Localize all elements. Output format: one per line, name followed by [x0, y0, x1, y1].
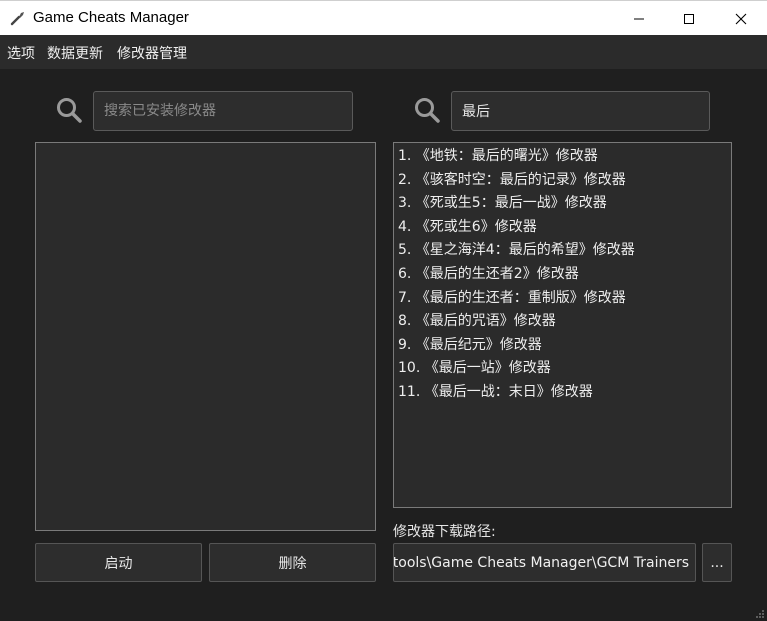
menu-options[interactable]: 选项	[7, 43, 35, 63]
minimize-icon	[634, 18, 644, 19]
list-item[interactable]: 3. 《死或生5：最后一战》修改器	[394, 192, 731, 216]
installed-trainers-list[interactable]	[35, 142, 376, 531]
search-results-list[interactable]: 1. 《地铁：最后的曙光》修改器 2. 《骇客时空：最后的记录》修改器 3. 《…	[393, 142, 732, 508]
list-item[interactable]: 8. 《最后的咒语》修改器	[394, 310, 731, 334]
search-icon	[415, 98, 440, 123]
list-item[interactable]: 6. 《最后的生还者2》修改器	[394, 263, 731, 287]
list-item[interactable]: 9. 《最后纪元》修改器	[394, 334, 731, 358]
list-item[interactable]: 7. 《最后的生还者：重制版》修改器	[394, 287, 731, 311]
window-title: Game Cheats Manager	[33, 9, 189, 26]
title-bar: Game Cheats Manager	[0, 0, 767, 35]
maximize-button[interactable]	[664, 1, 714, 36]
list-item[interactable]: 1. 《地铁：最后的曙光》修改器	[394, 145, 731, 169]
wrench-icon	[10, 12, 24, 26]
installed-search-input[interactable]	[93, 91, 353, 131]
minimize-button[interactable]	[614, 1, 664, 36]
launch-button[interactable]: 启动	[35, 543, 202, 582]
list-item[interactable]: 2. 《骇客时空：最后的记录》修改器	[394, 169, 731, 193]
list-item[interactable]: 4. 《死或生6》修改器	[394, 216, 731, 240]
close-button[interactable]	[716, 1, 766, 36]
menu-bar: 选项 数据更新 修改器管理	[0, 35, 767, 69]
delete-button[interactable]: 删除	[209, 543, 376, 582]
menu-trainer-management[interactable]: 修改器管理	[117, 43, 187, 63]
close-icon	[735, 13, 747, 24]
download-path-field[interactable]: tools\Game Cheats Manager\GCM Trainers	[393, 543, 696, 582]
list-item[interactable]: 5. 《星之海洋4：最后的希望》修改器	[394, 239, 731, 263]
trainer-search-input[interactable]	[451, 91, 710, 131]
list-item[interactable]: 10. 《最后一站》修改器	[394, 357, 731, 381]
download-path-value: tools\Game Cheats Manager\GCM Trainers	[393, 554, 689, 571]
resize-grip-icon[interactable]	[755, 609, 765, 619]
browse-button[interactable]: ...	[702, 543, 732, 582]
list-item[interactable]: 11. 《最后一战：末日》修改器	[394, 381, 731, 405]
menu-data-update[interactable]: 数据更新	[47, 43, 103, 63]
maximize-icon	[684, 13, 694, 24]
search-icon	[57, 98, 82, 123]
download-path-label: 修改器下载路径:	[393, 524, 496, 540]
